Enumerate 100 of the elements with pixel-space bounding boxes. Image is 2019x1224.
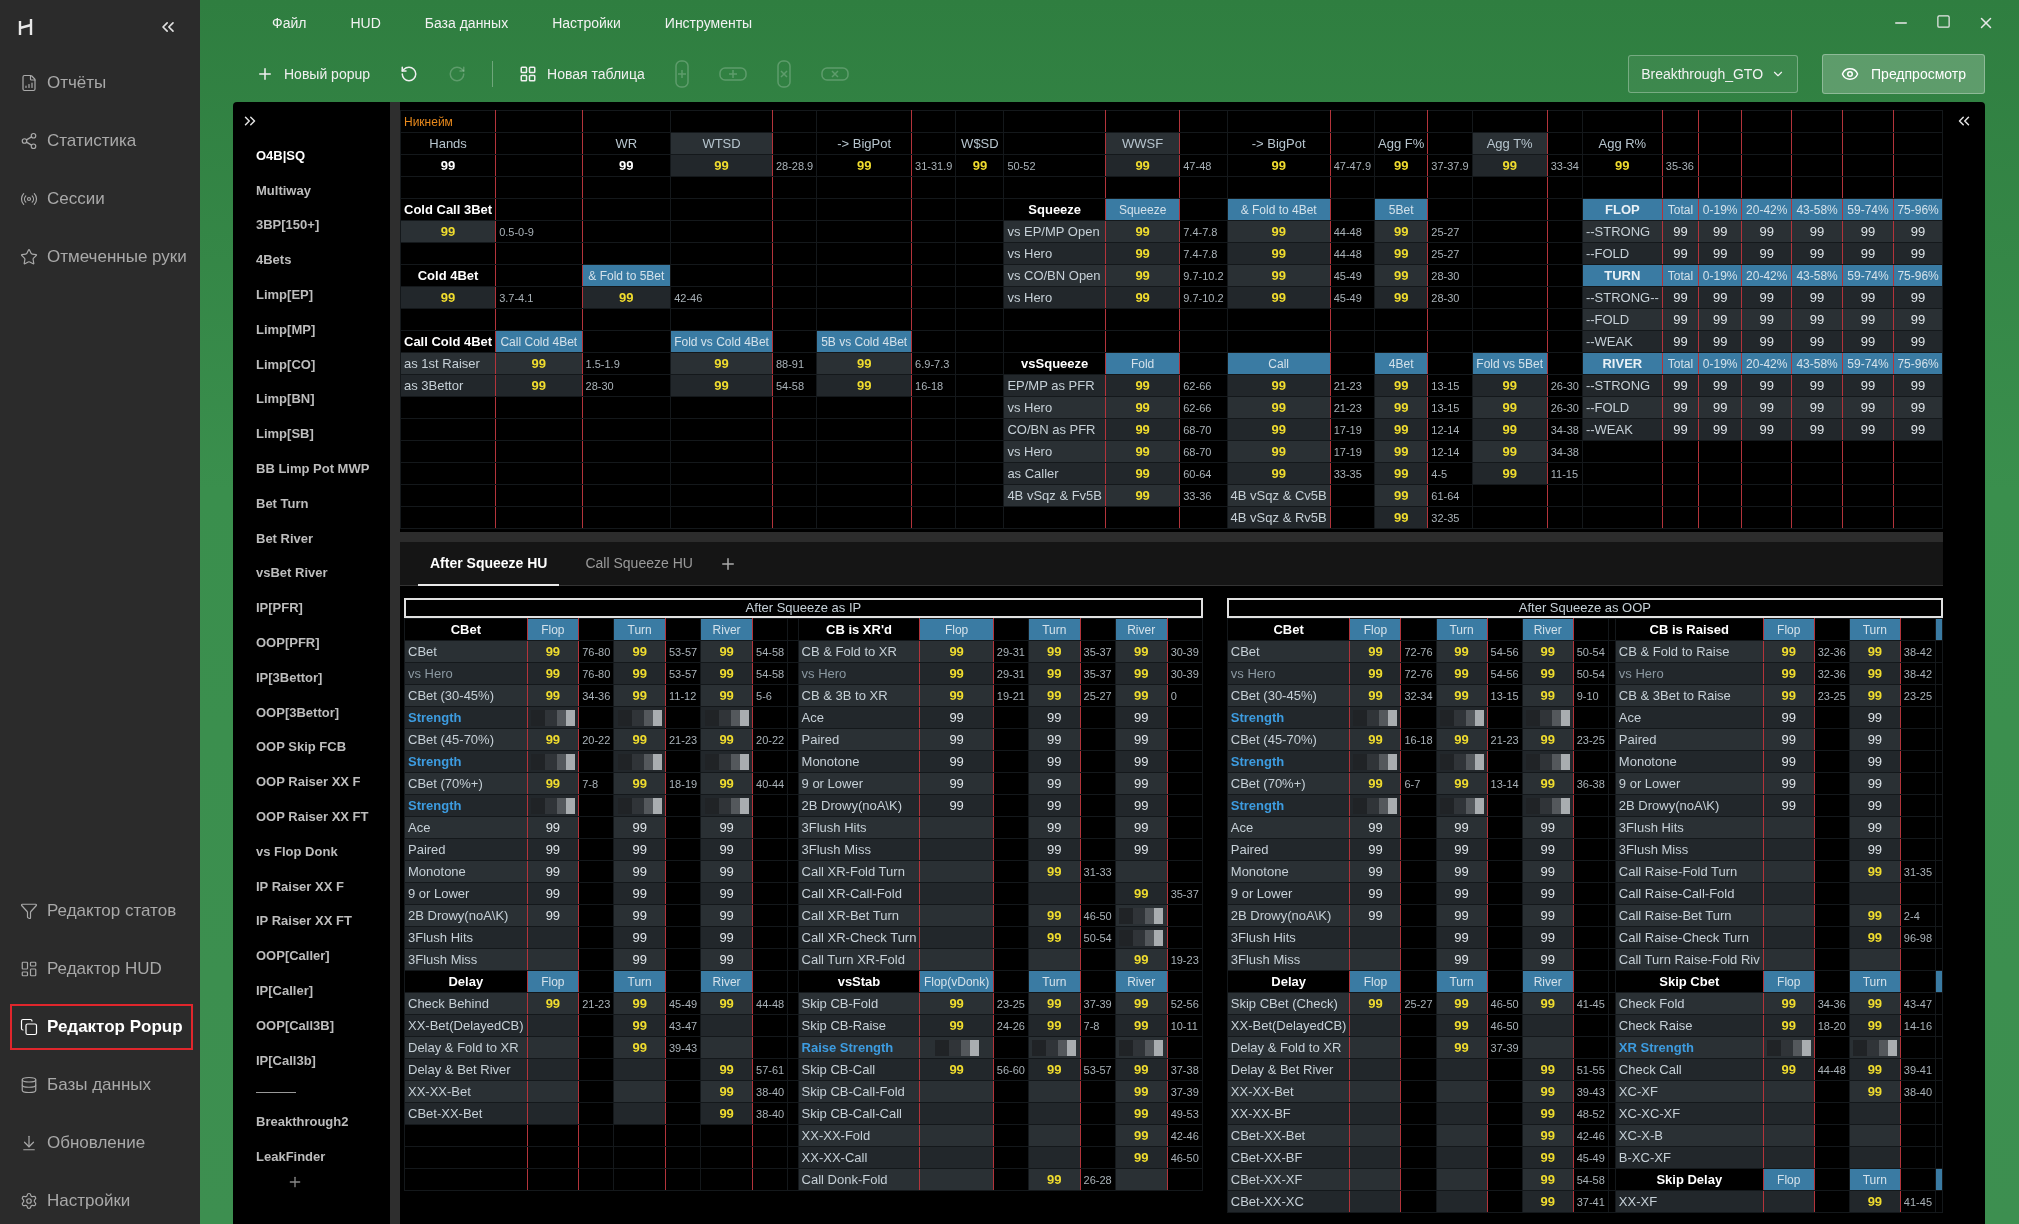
range-text: 54-56	[1487, 640, 1523, 663]
maximize-icon[interactable]	[1936, 14, 1951, 29]
capsule-plus-icon	[674, 60, 689, 88]
popup-list-item[interactable]: Bet Turn	[233, 485, 390, 521]
popup-list-item[interactable]: IP[3Bettor]	[233, 659, 390, 695]
popup-list-item[interactable]: IP[PFR]	[233, 590, 390, 626]
nav-item[interactable]: Базы данных	[10, 1062, 162, 1108]
range-text: 14-16	[1900, 1014, 1936, 1037]
range-text: 30-39	[1167, 640, 1203, 663]
column-header: -> BigPot	[1227, 132, 1331, 155]
menu-item[interactable]: Инструменты	[642, 15, 775, 31]
stat-label: XX-Bet(DelayedCB)	[1227, 1014, 1350, 1037]
stat-label: vs Hero	[404, 662, 528, 685]
nav-item[interactable]: Статистика	[10, 118, 147, 164]
popup-list-item[interactable]: IP[Caller]	[233, 973, 390, 1008]
menu-item[interactable]: База данных	[402, 15, 531, 31]
nav-item[interactable]: Отчёты	[10, 60, 117, 106]
range-text: 36-38	[1573, 772, 1609, 795]
range-text: 31-33	[1080, 860, 1116, 883]
popup-list-item[interactable]: OOP[PFR]	[233, 625, 390, 660]
toolbar-button[interactable]: Новый popup	[246, 61, 381, 87]
nav-item[interactable]: Сессии	[10, 176, 115, 222]
stat-label: vs Hero	[1615, 662, 1764, 685]
section-title: After Squeeze as IP	[404, 598, 1203, 618]
popup-list-item[interactable]: O4B|SQ	[233, 138, 390, 173]
column-header: Turn	[1849, 618, 1901, 641]
range-text: 18-20	[1814, 1014, 1850, 1037]
popup-list-item[interactable]: OOP[3Bettor]	[233, 694, 390, 730]
profile-dropdown[interactable]: Breakthrough_GTO	[1628, 55, 1799, 93]
popup-list-item[interactable]: Limp[SB]	[233, 416, 390, 452]
stat-label: CBet (30-45%)	[1227, 684, 1350, 707]
popup-list-item[interactable]: OOP Skip FCB	[233, 729, 390, 765]
range-text: 38-40	[752, 1080, 788, 1103]
range-text: 26-30	[1547, 396, 1583, 419]
range-text: 23-25	[1814, 684, 1850, 707]
popup-list-item[interactable]: Multiway	[233, 172, 390, 208]
range-text: 44-48	[752, 992, 788, 1015]
range-text: 21-23	[1330, 374, 1375, 397]
popup-list-item[interactable]: OOP Raiser XX F	[233, 764, 390, 800]
nav-item[interactable]: Редактор статов	[10, 888, 187, 934]
popup-list-item[interactable]: Limp[MP]	[233, 312, 390, 347]
range-text: 28-28.9	[772, 154, 817, 177]
menu-item[interactable]: HUD	[328, 15, 403, 31]
column-header: WR	[582, 132, 671, 155]
popup-list-item[interactable]: Limp[EP]	[233, 277, 390, 312]
range-text: 18-19	[665, 772, 701, 795]
range-text: 76-80	[578, 640, 614, 663]
popup-list-item[interactable]: LeakFinder	[233, 1139, 390, 1175]
column-header: Hands	[400, 132, 496, 155]
scrollbar[interactable]	[390, 102, 400, 1224]
stat-label: vs Hero	[1227, 662, 1350, 685]
range-text: 6-7	[1400, 772, 1437, 795]
nav-item[interactable]: Редактор HUD	[10, 946, 172, 992]
range-text: 0.5-0-9	[495, 220, 582, 243]
popup-list-item[interactable]: IP Raiser XX F	[233, 868, 390, 904]
popup-list-item[interactable]: IP Raiser XX FT	[233, 903, 390, 939]
popup-list-item[interactable]: Bet River	[233, 520, 390, 556]
stat-label: Check Behind	[404, 992, 528, 1015]
range-text: 62-66	[1179, 396, 1228, 419]
splitter-bar[interactable]	[400, 532, 1943, 542]
range-text: 23-25	[993, 992, 1029, 1015]
range-text: 53-57	[1080, 1058, 1116, 1081]
popup-list-item[interactable]: OOP Raiser XX FT	[233, 799, 390, 834]
range-text: 37-38	[1167, 1058, 1203, 1081]
range-text: 53-57	[665, 662, 701, 685]
popup-list-item[interactable]: Limp[BN]	[233, 381, 390, 417]
popup-list-item[interactable]: vsBet River	[233, 555, 390, 591]
range-text: 68-70	[1179, 418, 1228, 441]
section-header: Cold Call 3Bet	[400, 198, 496, 221]
popup-list-item[interactable]: OOP[Caller]	[233, 938, 390, 974]
range-text: 46-50	[1167, 1146, 1203, 1169]
menu-item[interactable]: Файл	[250, 15, 329, 31]
nav-item[interactable]: Настройки	[10, 1178, 141, 1224]
popup-list-item[interactable]: 3BP[150+]	[233, 207, 390, 243]
popup-list-item[interactable]: OOP[Call3B]	[233, 1007, 390, 1043]
popup-list-item[interactable]: vs Flop Donk	[233, 833, 390, 869]
popup-list-item[interactable]: Breakthrough2	[233, 1104, 390, 1140]
stat-label: CBet-XX-XC	[1227, 1190, 1350, 1213]
range-text: 21-23	[1487, 728, 1523, 751]
nav-item[interactable]: Отмеченные руки	[10, 234, 197, 280]
range-text: 25-27	[1427, 220, 1473, 243]
popup-list-item[interactable]: IP[Call3b]	[233, 1042, 390, 1078]
popup-list-item[interactable]: 4Bets	[233, 242, 390, 278]
range-text: 34-38	[1547, 418, 1583, 441]
popup-list-item[interactable]: Limp[CO]	[233, 346, 390, 382]
popup-list-item[interactable]: BB Limp Pot MWP	[233, 451, 390, 486]
range-text: 46-50	[1080, 904, 1116, 927]
range-text: 44-48	[1330, 242, 1375, 265]
range-text: 17-19	[1330, 418, 1375, 441]
nav-item[interactable]: Редактор Popup	[10, 1004, 193, 1050]
range-text: 37-39	[1167, 1080, 1203, 1103]
tab[interactable]: Call Squeeze HU	[573, 541, 705, 586]
menu-item[interactable]: Настройки	[530, 15, 643, 31]
stat-label: B-XC-XF	[1615, 1146, 1764, 1169]
column-header: -> BigPot	[816, 132, 912, 155]
toolbar-button[interactable]: Новая таблица	[509, 61, 655, 87]
stat-label: Strength	[404, 794, 528, 817]
range-text: 61-64	[1427, 484, 1473, 507]
nav-item[interactable]: Обновление	[10, 1120, 156, 1166]
range-text: 9.7-10.2	[1179, 286, 1228, 309]
